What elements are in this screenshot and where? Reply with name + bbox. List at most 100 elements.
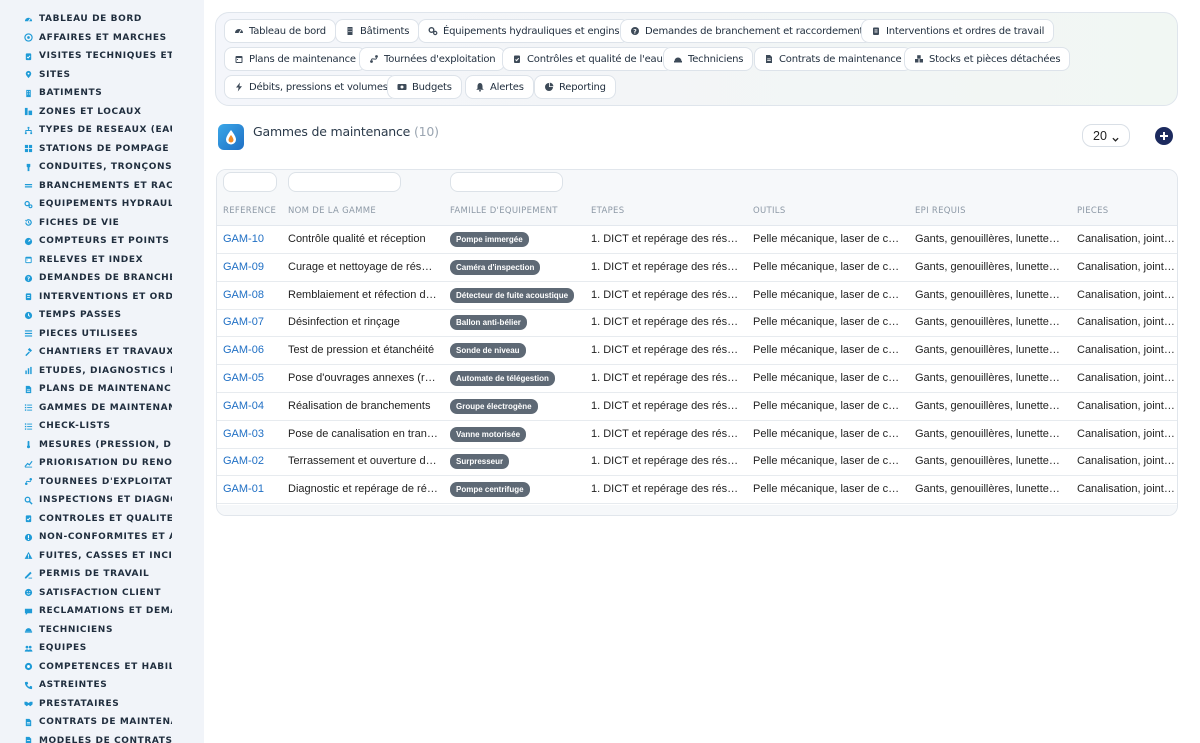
column-header-name[interactable]: Nom de la gamme: [288, 206, 438, 216]
sidebar-item-check-lists[interactable]: Check-lists: [24, 417, 204, 435]
column-header-steps[interactable]: Étapes: [591, 206, 741, 216]
cell-name: Désinfection et rinçage: [288, 316, 400, 329]
sidebar-item-mesures-pression-de[interactable]: Mesures (pression, dé: [24, 436, 204, 454]
table-row[interactable]: GAM-01 Diagnostic et repérage de réseau Po…: [217, 476, 1177, 505]
reference-link[interactable]: GAM-05: [223, 372, 283, 384]
sidebar-item-satisfaction-client[interactable]: Satisfaction client: [24, 584, 204, 602]
table-row[interactable]: GAM-09 Curage et nettoyage de réseau Camér…: [217, 254, 1177, 282]
sidebar-item-fiches-de-vie[interactable]: Fiches de vie: [24, 214, 204, 232]
question-icon: ?: [24, 274, 33, 283]
sidebar-item-sites[interactable]: Sites: [24, 66, 204, 84]
table-row[interactable]: GAM-04 Réalisation de branchements Groupe …: [217, 393, 1177, 421]
sidebar-item-chantiers-et-travaux[interactable]: Chantiers et travaux: [24, 343, 204, 361]
sidebar-item-etudes-diagnostics-e[interactable]: Études, diagnostics e: [24, 362, 204, 380]
table-row[interactable]: GAM-07 Désinfection et rinçage Ballon anti…: [217, 309, 1177, 338]
nav-chip-tournees-d-exploitation[interactable]: Tournées d'exploitation: [359, 47, 506, 71]
nav-chip-reporting[interactable]: Reporting: [534, 75, 616, 99]
sidebar-item-tournees-d-exploitati[interactable]: Tournées d'exploitati: [24, 473, 204, 491]
water-drop-icon: [218, 124, 244, 150]
sidebar-item-equipements-hydraul[interactable]: Équipements hydraul: [24, 195, 204, 213]
sidebar-item-plans-de-maintenance[interactable]: Plans de maintenance: [24, 380, 204, 398]
filter-family-input[interactable]: [450, 172, 563, 192]
sidebar-item-gammes-de-maintenan[interactable]: Gammes de maintenan: [24, 399, 204, 417]
sidebar-item-label: Gammes de maintenan: [39, 402, 172, 413]
file-icon: [24, 385, 33, 394]
sidebar-item-compteurs-et-points-i[interactable]: Compteurs et points i: [24, 232, 204, 250]
reference-link[interactable]: GAM-07: [223, 316, 283, 328]
table-row[interactable]: GAM-02 Terrassement et ouverture de fouil…: [217, 448, 1177, 477]
nav-chip-budgets[interactable]: Budgets: [387, 75, 462, 99]
nav-chip-contrats-de-maintenance[interactable]: Contrats de maintenance: [754, 47, 912, 71]
sidebar-item-interventions-et-ordi[interactable]: Interventions et ordi: [24, 288, 204, 306]
sidebar-item-pieces-utilisees[interactable]: Pièces utilisées: [24, 325, 204, 343]
reference-link[interactable]: GAM-01: [223, 483, 283, 495]
table-row[interactable]: GAM-03 Pose de canalisation en tranchée Va…: [217, 421, 1177, 449]
nav-chip-demandes-de-branchement-et-raccordement[interactable]: ? Demandes de branchement et raccordement: [620, 19, 874, 43]
sidebar-item-controles-et-qualite[interactable]: Contrôles et qualité: [24, 510, 204, 528]
sidebar-item-conduites-troncons[interactable]: Conduites, tronçons: [24, 158, 204, 176]
sidebar-item-priorisation-du-renou[interactable]: Priorisation du renou: [24, 454, 204, 472]
sidebar-item-label: Stations de pompage i: [39, 143, 172, 154]
record-count: (10): [413, 124, 439, 139]
sidebar-item-label: Bâtiments: [39, 88, 103, 98]
sidebar-item-inspections-et-diagnc[interactable]: Inspections et diagnc: [24, 491, 204, 509]
sidebar-item-reclamations-et-dema[interactable]: Réclamations et dema: [24, 602, 204, 620]
sidebar-item-techniciens[interactable]: Techniciens: [24, 621, 204, 639]
sidebar-item-types-de-reseaux-eau[interactable]: Types de réseaux (eau: [24, 121, 204, 139]
reference-link[interactable]: GAM-09: [223, 261, 283, 273]
column-header-epi[interactable]: EPI requis: [915, 206, 1065, 216]
column-header-reference[interactable]: Référence: [223, 206, 283, 216]
family-badge: Détecteur de fuite acoustique: [450, 287, 575, 303]
reference-link[interactable]: GAM-02: [223, 455, 283, 467]
column-header-family[interactable]: Famille d'équipement: [450, 206, 585, 216]
column-header-tools[interactable]: Outils: [753, 206, 903, 216]
table-row[interactable]: GAM-10 Contrôle qualité et réception Pompe…: [217, 226, 1177, 254]
sidebar-item-modeles-de-contrats[interactable]: Modèles de contrats: [24, 732, 204, 743]
column-header-parts[interactable]: Pièces: [1077, 206, 1177, 216]
sidebar-item-stations-de-pompage-i[interactable]: Stations de pompage i: [24, 140, 204, 158]
filter-name-input[interactable]: [288, 172, 401, 192]
nav-chip-batiments[interactable]: Bâtiments: [335, 19, 420, 43]
sidebar-item-tableau-de-bord[interactable]: Tableau de bord: [24, 10, 204, 28]
filter-reference-input[interactable]: [223, 172, 277, 192]
nav-chip-label: Équipements hydrauliques et engins: [443, 25, 620, 37]
sidebar-item-astreintes[interactable]: Astreintes: [24, 676, 204, 694]
nav-chip-alertes[interactable]: Alertes: [465, 75, 534, 99]
sidebar-item-prestataires[interactable]: Prestataires: [24, 695, 204, 713]
nav-chip-debits-pressions-et-volumes[interactable]: Débits, pressions et volumes: [224, 75, 398, 99]
table-row[interactable]: GAM-05 Pose d'ouvrages annexes (regards) A…: [217, 365, 1177, 393]
page-size-select[interactable]: 20: [1082, 124, 1130, 147]
nav-chip-controles-et-qualite-de-l-eau[interactable]: Contrôles et qualité de l'eau: [502, 47, 673, 71]
reference-link[interactable]: GAM-10: [223, 233, 283, 245]
page-size-value: 20: [1093, 128, 1107, 143]
sidebar-item-branchements-et-rac[interactable]: Branchements et rac: [24, 177, 204, 195]
table-row[interactable]: GAM-06 Test de pression et étanchéité Sond…: [217, 337, 1177, 366]
nav-chip-interventions-et-ordres-de-travail[interactable]: Interventions et ordres de travail: [861, 19, 1055, 43]
sidebar-item-contrats-de-maintena[interactable]: Contrats de maintena: [24, 713, 204, 731]
reference-link[interactable]: GAM-04: [223, 400, 283, 412]
reference-link[interactable]: GAM-03: [223, 428, 283, 440]
nav-chip-plans-de-maintenance[interactable]: Plans de maintenance: [224, 47, 366, 71]
reference-link[interactable]: GAM-08: [223, 289, 283, 301]
table-footer: [217, 505, 1177, 515]
sidebar-item-equipes[interactable]: Équipes: [24, 639, 204, 657]
nav-chip-tableau-de-bord[interactable]: Tableau de bord: [224, 19, 336, 43]
sidebar-item-competences-et-habil[interactable]: Compétences et habil: [24, 658, 204, 676]
sidebar-item-releves-et-index[interactable]: Relevés et index: [24, 251, 204, 269]
sidebar-item-permis-de-travail[interactable]: Permis de travail: [24, 565, 204, 583]
sidebar-item-temps-passes[interactable]: Temps passés: [24, 306, 204, 324]
table-row[interactable]: GAM-08 Remblaiement et réfection de voiri…: [217, 282, 1177, 310]
sidebar-item-batiments[interactable]: Bâtiments: [24, 84, 204, 102]
nav-chip-stocks-et-pieces-detachees[interactable]: Stocks et pièces détachées: [904, 47, 1071, 71]
cell-epi: Gants, genouillères, lunettes, casque: [915, 260, 1065, 273]
reference-link[interactable]: GAM-06: [223, 344, 283, 356]
nav-chip-techniciens[interactable]: Techniciens: [663, 47, 754, 71]
sidebar-item-non-conformites-et-a[interactable]: Non-conformités et a: [24, 528, 204, 546]
sidebar-item-fuites-casses-et-inci[interactable]: Fuites, casses et inci: [24, 547, 204, 565]
nav-chip-equipements-hydrauliques-et-engins[interactable]: Équipements hydrauliques et engins: [418, 19, 630, 43]
sidebar-item-affaires-et-marches[interactable]: Affaires et marchés: [24, 29, 204, 47]
sidebar-item-zones-et-locaux[interactable]: Zones et locaux: [24, 103, 204, 121]
sidebar-item-visites-techniques-et[interactable]: Visites techniques et: [24, 47, 204, 65]
add-record-button[interactable]: [1155, 127, 1173, 145]
sidebar-item-demandes-de-branche[interactable]: ? Demandes de branche: [24, 269, 204, 287]
